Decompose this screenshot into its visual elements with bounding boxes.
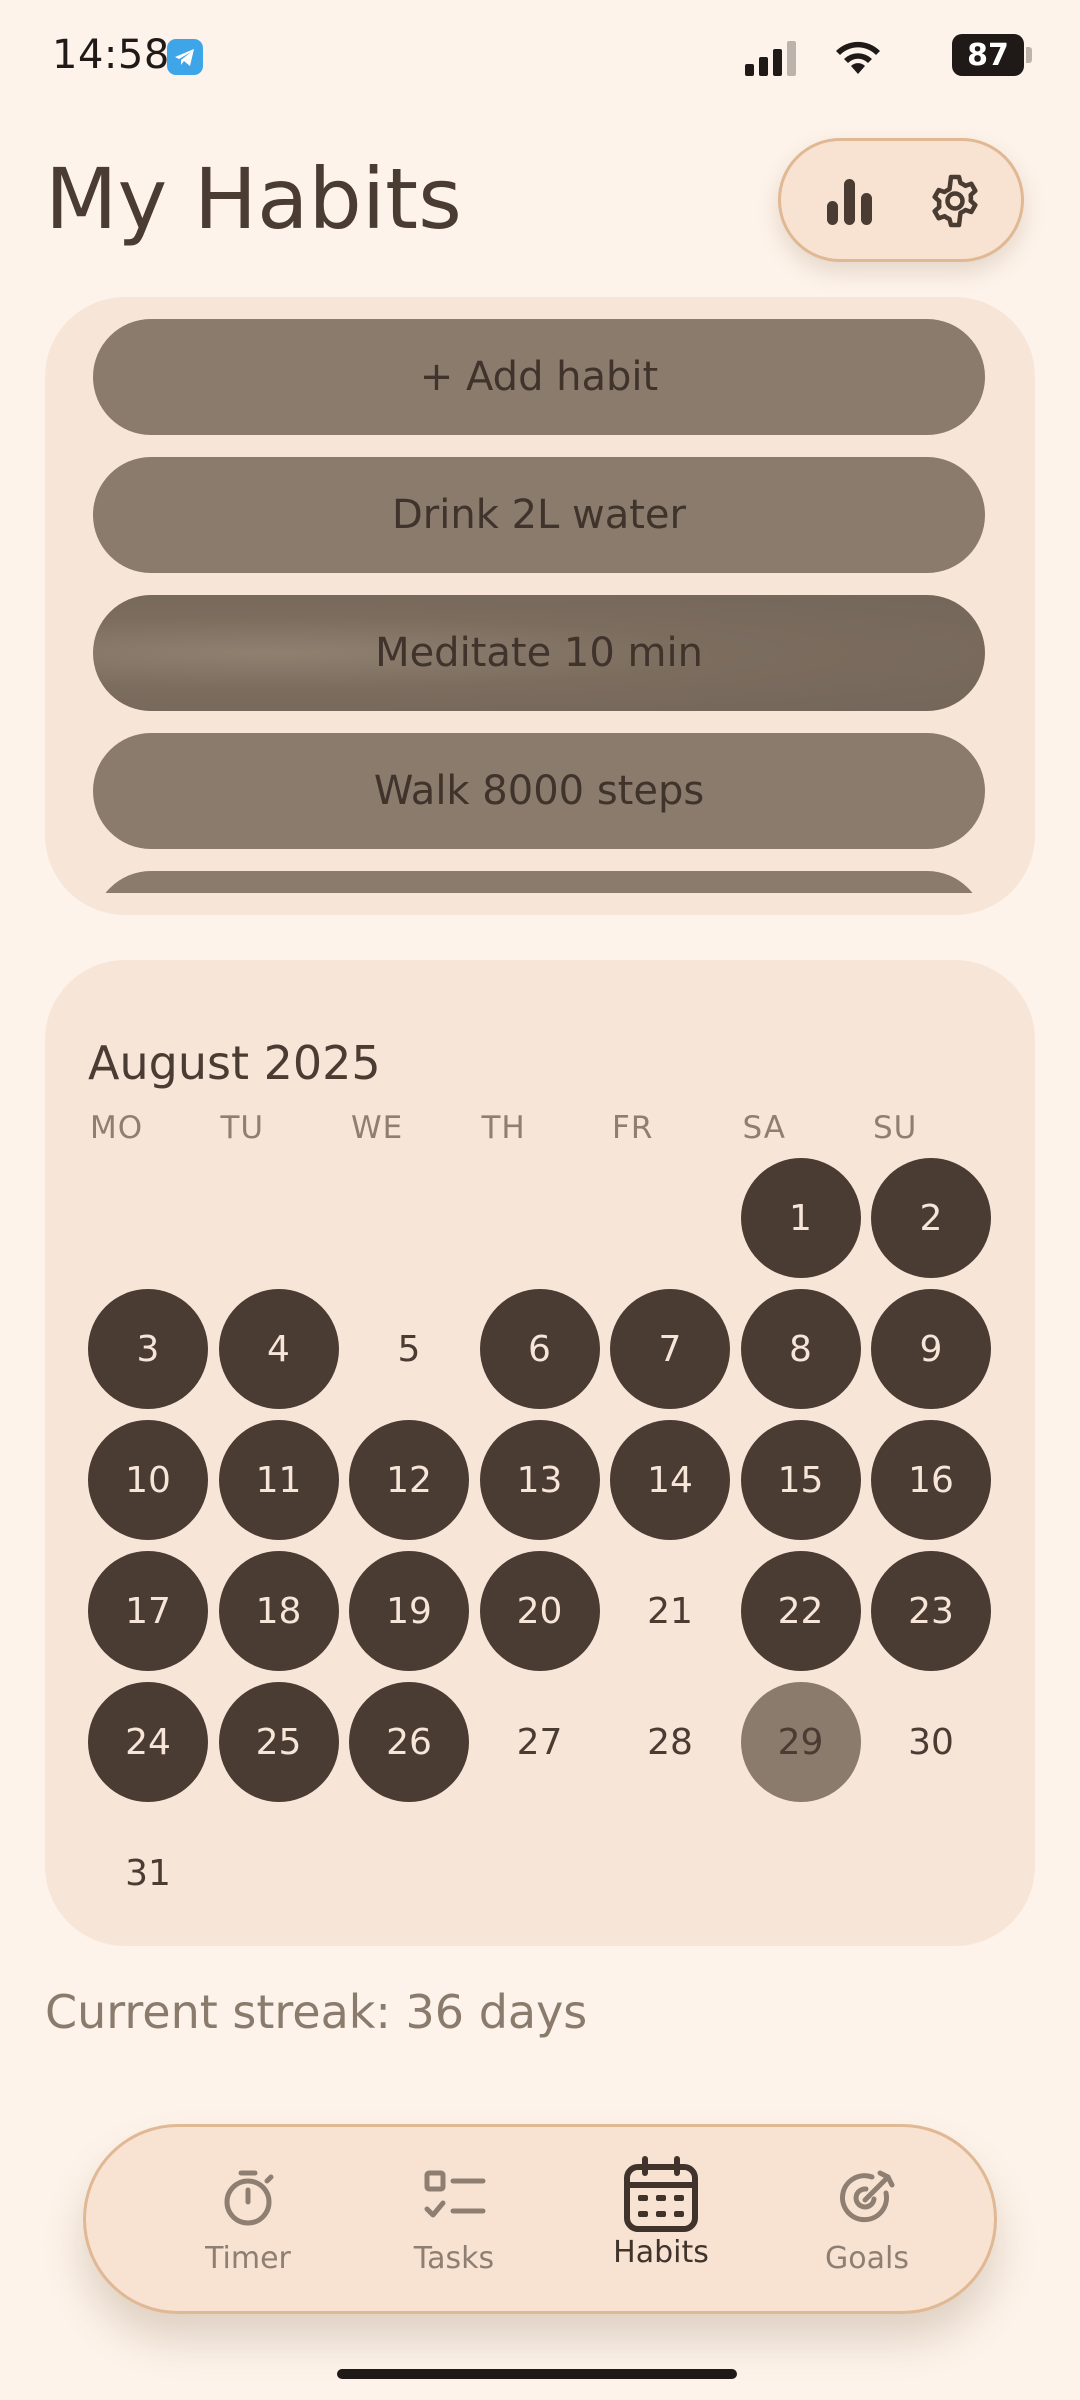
battery-level: 87 <box>952 34 1024 76</box>
settings-gear-icon[interactable] <box>917 163 993 239</box>
calendar-day[interactable]: 3 <box>88 1289 208 1409</box>
calendar-day[interactable]: 4 <box>218 1289 339 1409</box>
calendar-day[interactable]: 27 <box>480 1682 600 1802</box>
stopwatch-icon <box>224 2170 274 2226</box>
stats-chart-icon[interactable] <box>811 163 887 239</box>
bottom-nav: Timer Tasks Habits Goals <box>83 2124 997 2314</box>
calendar-day[interactable]: 5 <box>349 1289 469 1409</box>
calendar-day[interactable]: 23 <box>871 1551 991 1671</box>
calendar-day[interactable]: 8 <box>740 1289 861 1409</box>
calendar-day[interactable]: 1 <box>740 1158 861 1278</box>
calendar-day[interactable]: 28 <box>610 1682 730 1802</box>
weekday-label: SA <box>742 1110 786 1146</box>
weekday-label: TU <box>220 1110 265 1146</box>
telegram-icon <box>167 39 203 75</box>
weekday-label: TH <box>481 1110 526 1146</box>
nav-item-goals[interactable]: Goals <box>797 2165 937 2285</box>
weekday-label: MO <box>90 1110 144 1146</box>
habit-item[interactable] <box>93 871 985 893</box>
calendar-day[interactable]: 13 <box>479 1420 600 1540</box>
calendar-day[interactable]: 19 <box>349 1551 469 1671</box>
calendar-day[interactable]: 10 <box>88 1420 208 1540</box>
calendar-day[interactable]: 2 <box>871 1158 991 1278</box>
calendar-day[interactable]: 22 <box>740 1551 861 1671</box>
calendar-day[interactable]: 21 <box>610 1551 730 1671</box>
calendar-day[interactable]: 18 <box>218 1551 339 1671</box>
habit-item[interactable]: Walk 8000 steps <box>93 733 985 849</box>
checklist-icon <box>424 2170 486 2218</box>
calendar-card: August 2025 MO TU WE TH FR SA SU 1 2 3 4 5 6 7 8 9 10 11 1… <box>45 960 1035 1946</box>
calendar-icon <box>624 2156 698 2232</box>
nav-item-habits[interactable]: Habits <box>591 2156 731 2285</box>
status-time: 14:58 <box>52 32 170 78</box>
status-bar: 14:58 87 <box>0 0 1080 110</box>
streak-text: Current streak: 36 days <box>45 1985 588 2039</box>
calendar-day[interactable]: 25 <box>218 1682 339 1802</box>
habits-card: + Add habit Drink 2L water Meditate 10 m… <box>45 297 1035 915</box>
nav-label: Tasks <box>413 2241 495 2276</box>
calendar-day[interactable]: 6 <box>479 1289 600 1409</box>
weekday-label: FR <box>612 1110 654 1146</box>
weekday-label: SU <box>873 1110 918 1146</box>
nav-label: Habits <box>613 2235 709 2270</box>
habit-item[interactable]: Meditate 10 min <box>93 595 985 711</box>
weekday-label: WE <box>351 1110 404 1146</box>
calendar-day[interactable]: 30 <box>871 1682 991 1802</box>
calendar-day[interactable]: 17 <box>88 1551 208 1671</box>
calendar-day[interactable]: 24 <box>88 1682 208 1802</box>
habit-list[interactable]: + Add habit Drink 2L water Meditate 10 m… <box>93 319 985 893</box>
habit-item[interactable]: Drink 2L water <box>93 457 985 573</box>
calendar-month-label: August 2025 <box>88 1036 381 1090</box>
calendar-day[interactable]: 7 <box>610 1289 730 1409</box>
nav-item-tasks[interactable]: Tasks <box>384 2165 524 2285</box>
home-indicator[interactable] <box>337 2369 737 2379</box>
calendar-day[interactable]: 11 <box>218 1420 339 1540</box>
nav-label: Timer <box>205 2241 291 2276</box>
calendar-day[interactable]: 15 <box>740 1420 861 1540</box>
signal-icon <box>745 41 796 76</box>
nav-label: Goals <box>825 2241 909 2276</box>
nav-item-timer[interactable]: Timer <box>178 2165 318 2285</box>
calendar-day[interactable]: 14 <box>610 1420 730 1540</box>
page-title: My Habits <box>45 150 462 248</box>
calendar-day[interactable]: 12 <box>349 1420 469 1540</box>
add-habit-button[interactable]: + Add habit <box>93 319 985 435</box>
calendar-day[interactable]: 29 <box>740 1682 861 1802</box>
target-arrow-icon <box>840 2170 895 2223</box>
calendar-day[interactable]: 26 <box>349 1682 469 1802</box>
calendar-day[interactable]: 9 <box>871 1289 991 1409</box>
battery-icon: 87 <box>952 34 1032 76</box>
calendar-day[interactable]: 16 <box>871 1420 991 1540</box>
calendar-day[interactable]: 20 <box>479 1551 600 1671</box>
calendar-day[interactable]: 31 <box>88 1813 208 1933</box>
header-actions <box>778 138 1024 262</box>
wifi-icon <box>836 41 880 74</box>
